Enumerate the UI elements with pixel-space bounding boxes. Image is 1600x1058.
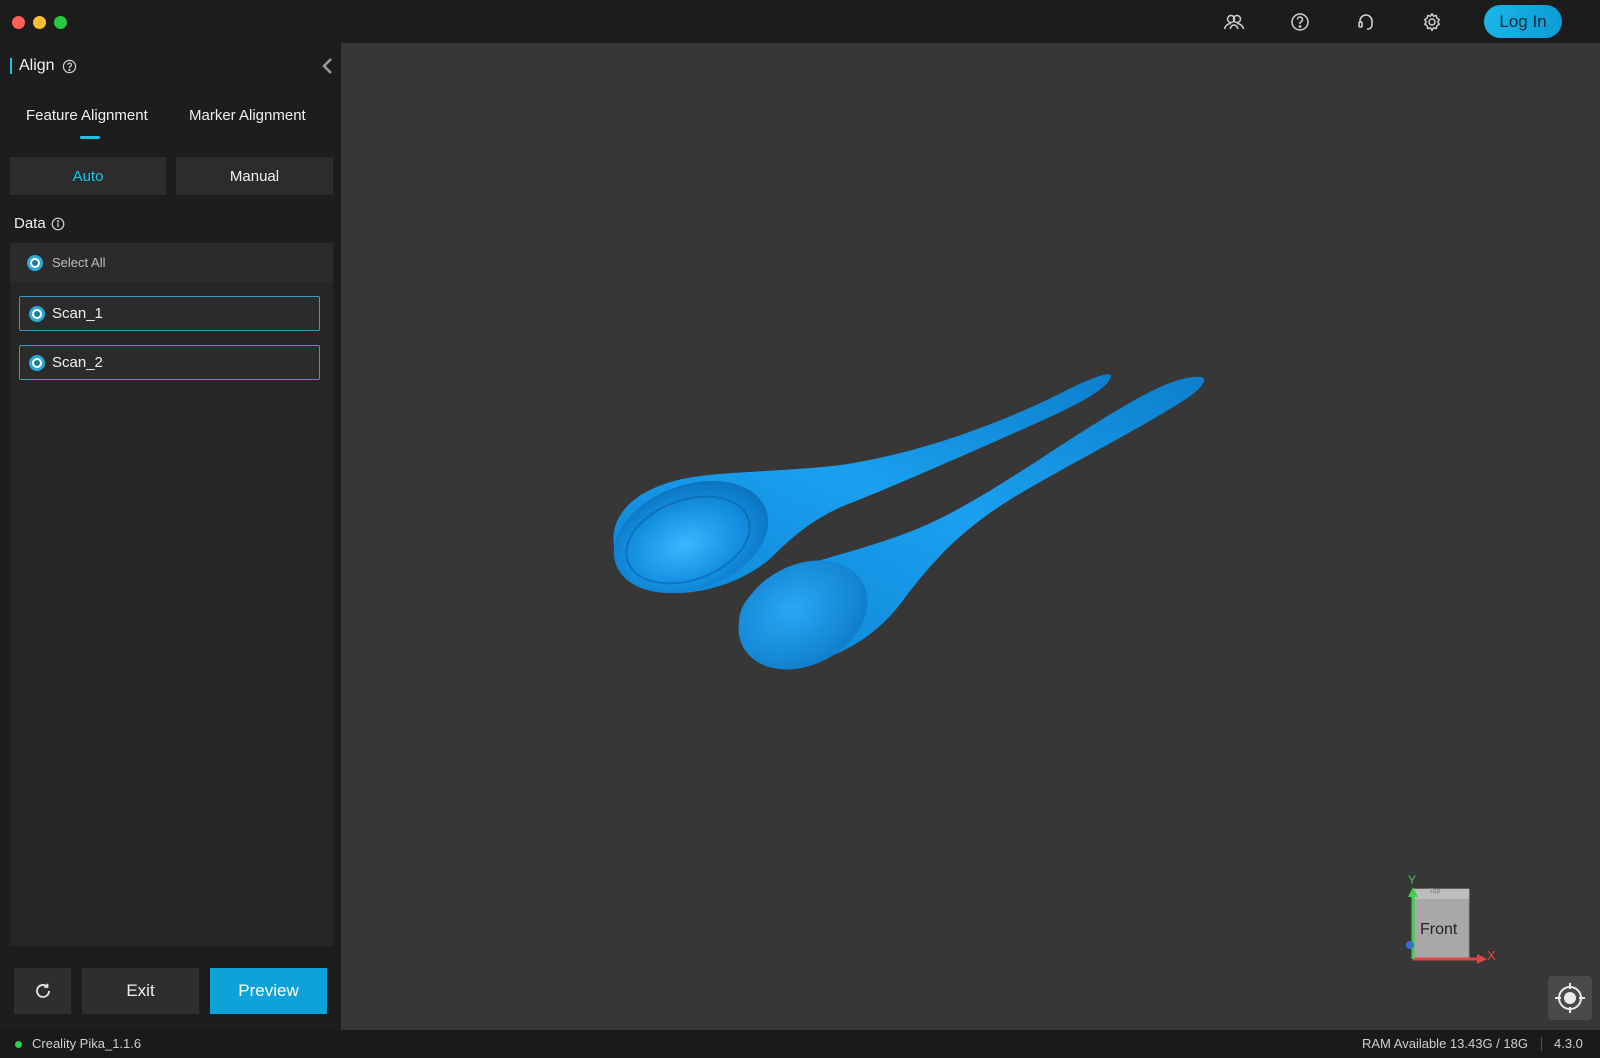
z-axis-marker (1406, 941, 1414, 949)
collapse-panel-icon[interactable] (321, 57, 333, 80)
x-axis-arrow (1477, 954, 1487, 964)
status-divider (1541, 1037, 1542, 1051)
title-accent-bar (10, 58, 12, 74)
nav-cube-top-label: Top (1429, 888, 1441, 895)
tab-marker-alignment[interactable]: Marker Alignment (189, 107, 306, 124)
help-icon[interactable] (1288, 10, 1312, 34)
device-name: Creality Pika_1.1.6 (32, 1036, 142, 1051)
nav-cube-front-label: Front (1420, 921, 1458, 938)
close-window-button[interactable] (12, 16, 25, 29)
reset-button[interactable] (14, 968, 71, 1014)
help-circle-icon[interactable] (62, 59, 77, 74)
align-panel: Align Feature Alignment Marker Alignment… (0, 43, 341, 1030)
ram-available: RAM Available 13.43G / 18G (1362, 1036, 1528, 1051)
app-version: 4.3.0 (1554, 1036, 1583, 1051)
exit-button[interactable]: Exit (82, 968, 199, 1014)
preview-button[interactable]: Preview (210, 968, 327, 1014)
support-icon[interactable] (1354, 10, 1378, 34)
settings-icon[interactable] (1420, 10, 1444, 34)
tab-feature-alignment[interactable]: Feature Alignment (26, 107, 148, 124)
minimize-window-button[interactable] (33, 16, 46, 29)
refresh-icon (34, 982, 52, 1000)
data-label-text: Data (14, 215, 46, 232)
active-tab-indicator (80, 136, 100, 139)
community-icon[interactable] (1222, 10, 1246, 34)
title-bar: Log In (0, 0, 1600, 44)
select-all-label: Select All (52, 255, 106, 270)
manual-mode-button[interactable]: Manual (176, 157, 333, 195)
scan-data-list: Select All Scan_1 Scan_2 (10, 243, 333, 946)
x-axis-label: X (1487, 948, 1496, 963)
connection-status-indicator (15, 1041, 22, 1048)
alignment-tabs: Feature Alignment Marker Alignment (0, 103, 341, 143)
nav-cube-top-face[interactable] (1413, 889, 1469, 899)
data-section-label: Data (14, 215, 65, 232)
status-bar: Creality Pika_1.1.6 RAM Available 13.43G… (0, 1030, 1600, 1058)
list-item-scan-2[interactable]: Scan_2 (19, 345, 320, 380)
select-all-row[interactable]: Select All (10, 243, 333, 282)
auto-mode-button[interactable]: Auto (10, 157, 166, 195)
list-item-scan-1[interactable]: Scan_1 (19, 296, 320, 331)
scan-2-label: Scan_2 (52, 354, 103, 371)
recenter-view-button[interactable] (1548, 976, 1592, 1020)
crosshair-icon (1553, 981, 1587, 1015)
scan-1-label: Scan_1 (52, 305, 103, 322)
info-icon[interactable] (51, 217, 65, 231)
scan-1-radio[interactable] (29, 305, 45, 322)
3d-viewport[interactable]: Front Top X Y (341, 43, 1600, 1030)
panel-title: Align (10, 57, 77, 75)
scan-2-radio[interactable] (29, 354, 45, 371)
maximize-window-button[interactable] (54, 16, 67, 29)
select-all-radio[interactable] (27, 254, 43, 271)
panel-title-text: Align (19, 57, 55, 74)
y-axis-label: Y (1408, 873, 1417, 887)
login-button[interactable]: Log In (1484, 5, 1562, 38)
